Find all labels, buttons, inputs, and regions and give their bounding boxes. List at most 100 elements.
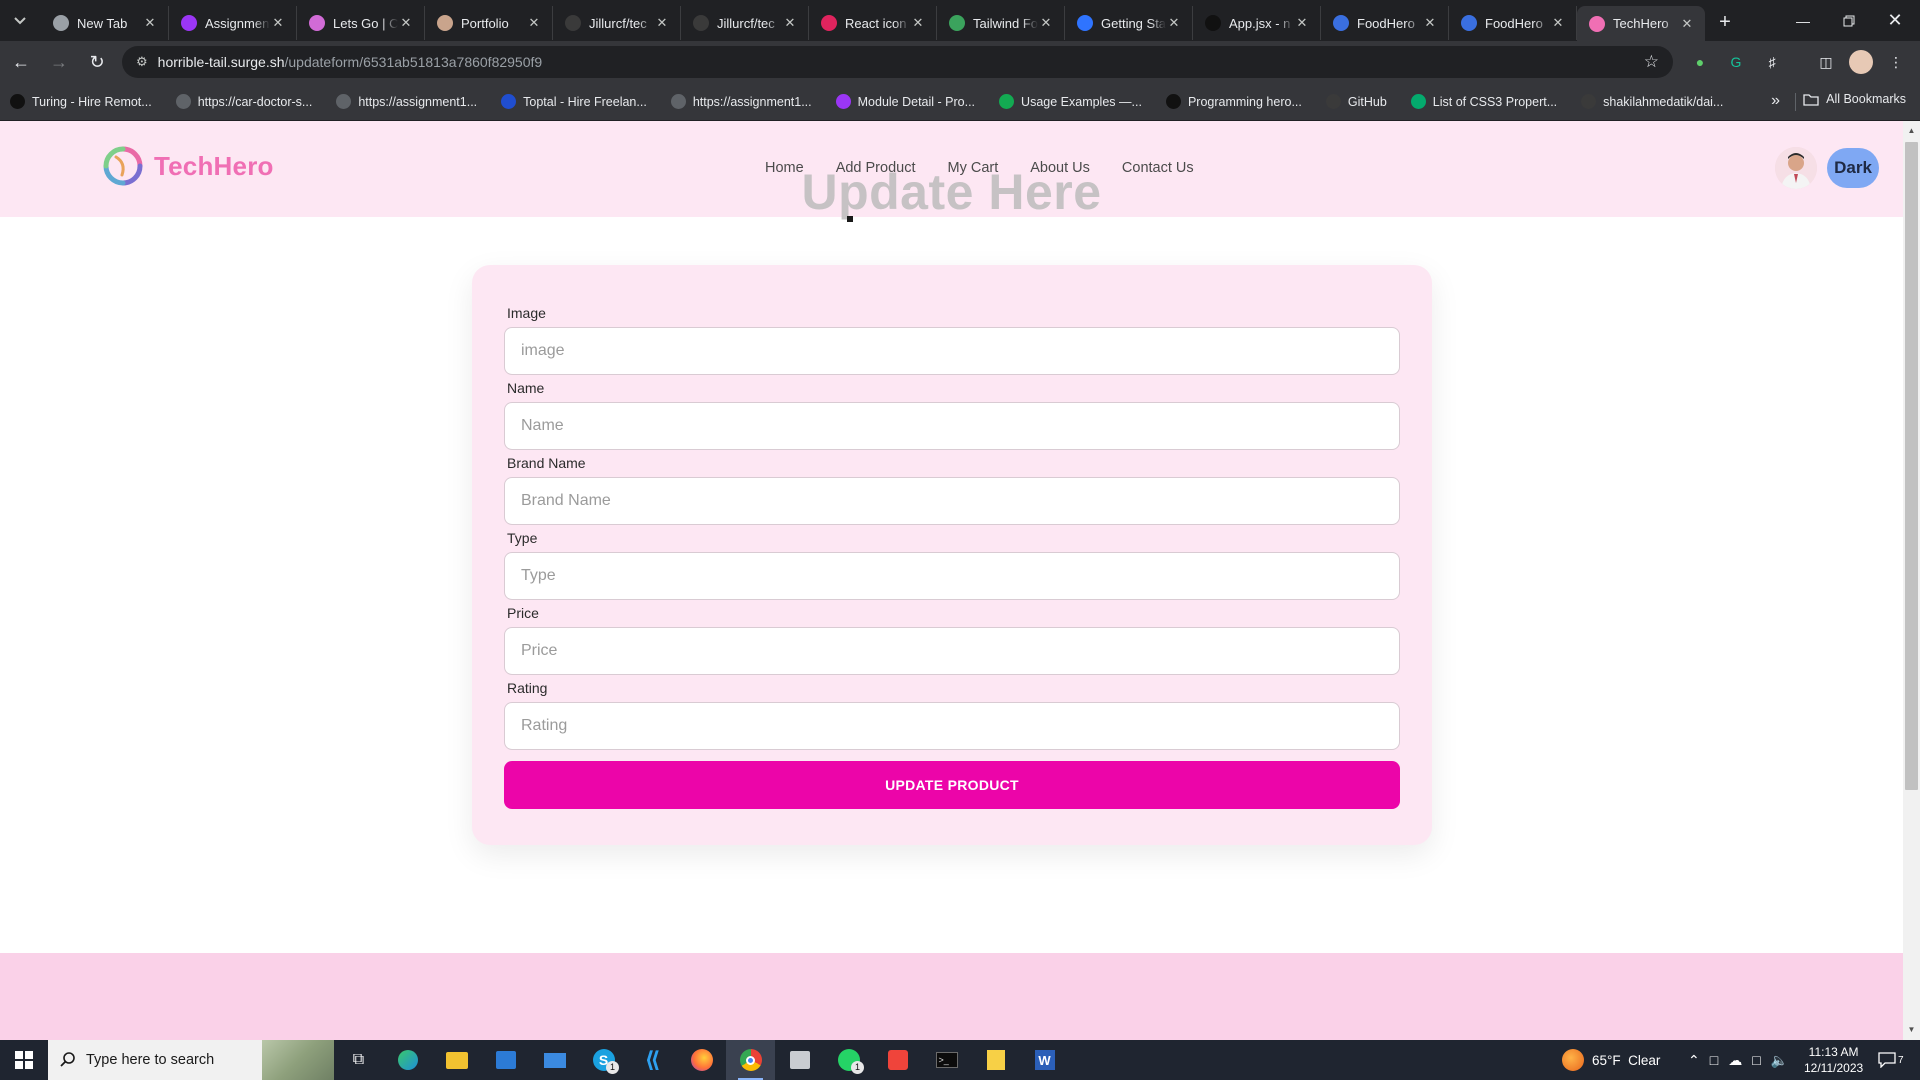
forward-button[interactable]: → (42, 45, 76, 79)
close-tab-icon[interactable]: ✕ (1166, 15, 1182, 31)
reload-button[interactable]: ↻ (80, 45, 114, 79)
bookmark-item[interactable]: Usage Examples —... (993, 88, 1148, 116)
browser-tab[interactable]: React icon ✕ (809, 6, 937, 40)
taskbar-chrome[interactable] (726, 1040, 775, 1080)
bookmark-favicon-icon (1325, 94, 1341, 109)
bookmarks-overflow-icon[interactable]: » (1771, 92, 1780, 110)
taskbar-vscode[interactable]: ⟪ (628, 1040, 677, 1080)
side-panel-icon[interactable]: ◫ (1814, 50, 1838, 74)
close-tab-icon[interactable]: ✕ (1679, 16, 1695, 32)
browser-tab[interactable]: Portfolio ✕ (425, 6, 553, 40)
network-icon[interactable]: □ (1752, 1052, 1760, 1068)
task-view-button[interactable]: ⧉ (334, 1040, 383, 1080)
bookmark-label: Toptal - Hire Freelan... (523, 94, 647, 109)
price-label: Price (507, 605, 539, 621)
bookmark-item[interactable]: GitHub (1320, 88, 1393, 116)
site-info-icon[interactable]: ⚙ (136, 54, 148, 70)
browser-tab[interactable]: App.jsx - n ✕ (1193, 6, 1321, 40)
github-icon (565, 15, 581, 31)
bookmark-item[interactable]: Toptal - Hire Freelan... (495, 88, 653, 116)
back-button[interactable]: ← (4, 45, 38, 79)
brand-name-input[interactable] (504, 477, 1400, 525)
taskbar-firefox[interactable] (677, 1040, 726, 1080)
menu-kebab-icon[interactable]: ⋮ (1884, 50, 1908, 74)
taskbar-edge[interactable] (383, 1040, 432, 1080)
close-tab-icon[interactable]: ✕ (1422, 15, 1438, 31)
meet-now-icon[interactable]: □ (1710, 1052, 1718, 1068)
taskbar-file-explorer[interactable] (432, 1040, 481, 1080)
browser-tab[interactable]: TechHero ✕ (1577, 6, 1705, 41)
weather-text: 65°F Clear (1592, 1052, 1661, 1068)
restore-button[interactable] (1826, 0, 1872, 41)
start-button[interactable] (0, 1040, 48, 1080)
weather-widget[interactable]: 65°F Clear (1562, 1040, 1660, 1080)
bookmark-item[interactable]: List of CSS3 Propert... (1405, 88, 1563, 116)
extension-android-icon[interactable]: ● (1688, 50, 1712, 74)
taskbar-store[interactable] (481, 1040, 530, 1080)
profile-avatar-icon[interactable] (1849, 50, 1873, 74)
close-window-button[interactable]: ✕ (1872, 0, 1918, 41)
browser-tab[interactable]: Getting Sta ✕ (1065, 6, 1193, 40)
price-input[interactable] (504, 627, 1400, 675)
close-tab-icon[interactable]: ✕ (142, 15, 158, 31)
close-tab-icon[interactable]: ✕ (1550, 15, 1566, 31)
close-tab-icon[interactable]: ✕ (270, 15, 286, 31)
taskbar-app-printer[interactable] (775, 1040, 824, 1080)
bookmark-item[interactable]: Programming hero... (1160, 88, 1308, 116)
address-bar[interactable]: ⚙ horrible-tail.surge.sh/updateform/6531… (122, 46, 1673, 78)
grammarly-icon[interactable]: G (1724, 50, 1748, 74)
close-tab-icon[interactable]: ✕ (910, 15, 926, 31)
extensions-puzzle-icon[interactable]: ♯ (1760, 50, 1784, 74)
close-tab-icon[interactable]: ✕ (782, 15, 798, 31)
bookmark-star-icon[interactable]: ☆ (1644, 52, 1659, 72)
taskbar-mail[interactable] (530, 1040, 579, 1080)
bookmark-item[interactable]: shakilahmedatik/dai... (1575, 88, 1729, 116)
browser-tab[interactable]: Assignment ✕ (169, 6, 297, 40)
update-product-button[interactable]: UPDATE PRODUCT (504, 761, 1400, 809)
bookmark-item[interactable]: Module Detail - Pro... (830, 88, 981, 116)
onedrive-icon[interactable]: ☁ (1728, 1052, 1742, 1069)
bookmark-item[interactable]: https://car-doctor-s... (170, 88, 319, 116)
taskbar-anydesk[interactable] (873, 1040, 922, 1080)
scroll-down-icon[interactable]: ▼ (1905, 1022, 1918, 1038)
browser-tab[interactable]: Jillurcf/tec ✕ (553, 6, 681, 40)
type-input[interactable] (504, 552, 1400, 600)
close-tab-icon[interactable]: ✕ (1038, 15, 1054, 31)
bookmark-item[interactable]: Turing - Hire Remot... (4, 88, 158, 116)
scrollbar-thumb[interactable] (1905, 142, 1918, 790)
bookmark-label: shakilahmedatik/dai... (1603, 94, 1724, 109)
close-tab-icon[interactable]: ✕ (654, 15, 670, 31)
taskbar-sticky[interactable] (971, 1040, 1020, 1080)
bookmark-item[interactable]: https://assignment1... (665, 88, 818, 116)
browser-tab[interactable]: Lets Go | C ✕ (297, 6, 425, 40)
new-tab-button[interactable]: + (1711, 9, 1739, 37)
close-tab-icon[interactable]: ✕ (526, 15, 542, 31)
taskbar-search-box[interactable]: Type here to search (48, 1040, 334, 1080)
bookmark-favicon-icon (175, 94, 191, 109)
minimize-button[interactable]: — (1780, 0, 1826, 41)
clock[interactable]: 11:13 AM 12/11/2023 (1804, 1040, 1863, 1080)
browser-tab[interactable]: Tailwind Fo ✕ (937, 6, 1065, 40)
rating-input[interactable] (504, 702, 1400, 750)
browser-tab[interactable]: FoodHero ✕ (1449, 6, 1577, 40)
browser-tab[interactable]: FoodHero ✕ (1321, 6, 1449, 40)
close-tab-icon[interactable]: ✕ (1294, 15, 1310, 31)
browser-tab[interactable]: Jillurcf/tec ✕ (681, 6, 809, 40)
all-bookmarks-button[interactable]: All Bookmarks (1803, 92, 1906, 106)
taskbar-whatsapp[interactable]: 1 (824, 1040, 873, 1080)
brand-name-label: Brand Name (507, 455, 586, 471)
name-input[interactable] (504, 402, 1400, 450)
notification-center[interactable]: 7 (1878, 1040, 1904, 1080)
tab-search-button[interactable] (7, 8, 33, 34)
bookmark-favicon-icon (1581, 94, 1597, 109)
bookmark-item[interactable]: https://assignment1... (330, 88, 483, 116)
scroll-up-icon[interactable]: ▲ (1905, 123, 1918, 139)
taskbar-terminal[interactable]: >_ (922, 1040, 971, 1080)
taskbar-skype[interactable]: S1 (579, 1040, 628, 1080)
volume-icon[interactable]: 🔈 (1771, 1052, 1788, 1069)
tray-chevron-icon[interactable]: ⌃ (1688, 1052, 1700, 1069)
image-input[interactable] (504, 327, 1400, 375)
taskbar-word[interactable]: W (1020, 1040, 1069, 1080)
browser-tab[interactable]: New Tab ✕ (41, 6, 169, 40)
close-tab-icon[interactable]: ✕ (398, 15, 414, 31)
